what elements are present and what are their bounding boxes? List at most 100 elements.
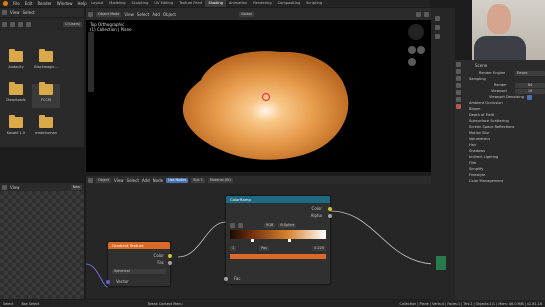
viewport-samples-field[interactable]: 16 <box>515 88 545 94</box>
vp-add-menu[interactable]: Add <box>152 12 160 17</box>
vp-view-menu[interactable]: View <box>124 12 134 17</box>
folder-item[interactable]: Downloads <box>2 82 30 108</box>
fac-socket-icon[interactable] <box>168 261 172 265</box>
ie-new-button[interactable]: New <box>70 184 82 190</box>
parent-folder-icon[interactable] <box>18 22 23 27</box>
checkbox-icon[interactable] <box>526 94 532 100</box>
tab-animation[interactable]: Animation <box>226 0 250 7</box>
ramp-stop-handle[interactable] <box>251 239 254 242</box>
ne-view-menu[interactable]: View <box>114 178 124 183</box>
tab-sculpting[interactable]: Sculpting <box>129 0 152 7</box>
fac-socket-icon[interactable] <box>224 277 228 281</box>
back-icon[interactable] <box>2 22 7 27</box>
output-tab-icon[interactable] <box>456 69 461 74</box>
tab-rendering[interactable]: Rendering <box>250 0 274 7</box>
interpolation-select[interactable]: B-Spline <box>278 223 297 228</box>
visibility-icon[interactable] <box>435 25 440 30</box>
color-socket-icon[interactable] <box>328 207 332 211</box>
editor-type-icon[interactable] <box>2 10 7 15</box>
tab-uv-editing[interactable]: UV Editing <box>151 0 176 7</box>
node-object-select[interactable]: Object <box>96 177 112 183</box>
render-samples-field[interactable]: 64 <box>515 82 545 88</box>
gradient-texture-node[interactable]: Gradient Texture Color Fac Spherical Vec… <box>106 242 172 286</box>
material-tab-icon[interactable] <box>456 104 461 109</box>
viewport-canvas[interactable]: Top Orthographic (1) Collection | Plane <box>86 20 431 172</box>
tab-shading[interactable]: Shading <box>205 0 226 7</box>
menu-file[interactable]: File <box>13 1 20 6</box>
scene-tab-icon[interactable] <box>456 83 461 88</box>
slot-select[interactable]: Slot 1 <box>191 177 205 183</box>
color-mode-select[interactable]: RGB <box>264 223 276 228</box>
status-stats: Collection | Plane | Verts:4 | Faces:1 |… <box>399 301 542 306</box>
world-tab-icon[interactable] <box>456 90 461 95</box>
tab-scripting[interactable]: Scripting <box>303 0 325 7</box>
mode-select[interactable]: Object Mode <box>96 11 122 17</box>
folder-icon <box>9 115 23 128</box>
folder-item[interactable]: Blackmagic... <box>32 49 60 75</box>
view-layer-tab-icon[interactable] <box>456 76 461 81</box>
editor-type-icon[interactable] <box>2 184 7 190</box>
transform-orientation[interactable]: Global <box>238 11 254 17</box>
image-editor-canvas[interactable] <box>0 191 84 299</box>
camera-icon[interactable] <box>408 58 416 66</box>
menu-edit[interactable]: Edit <box>25 1 33 6</box>
viewport-shading-icon[interactable] <box>416 11 421 17</box>
menu-window[interactable]: Window <box>57 1 73 6</box>
tab-texture-paint[interactable]: Texture Paint <box>176 0 205 7</box>
menu-render[interactable]: Render <box>37 1 51 6</box>
remove-stop-icon[interactable] <box>238 223 243 228</box>
vp-object-menu[interactable]: Object <box>163 12 176 17</box>
color-ramp-bar[interactable] <box>230 230 326 239</box>
color-socket-icon[interactable] <box>168 254 172 258</box>
blender-logo-icon[interactable] <box>3 1 8 6</box>
fb-view-menu[interactable]: View <box>10 10 20 15</box>
principled-node-edge[interactable] <box>436 256 446 270</box>
editor-type-icon[interactable] <box>88 11 93 17</box>
fb-select-menu[interactable]: Select <box>23 10 35 15</box>
tab-modeling[interactable]: Modeling <box>106 0 128 7</box>
sampling-header[interactable]: Sampling <box>469 77 486 81</box>
render-engine-select[interactable]: Eevee <box>515 70 545 76</box>
add-stop-icon[interactable] <box>230 223 235 228</box>
material-select[interactable]: Material.001 <box>207 177 234 183</box>
forward-icon[interactable] <box>10 22 15 27</box>
pos-field[interactable]: 0.225 <box>312 246 326 251</box>
section-row[interactable]: Color Management <box>463 178 545 184</box>
visibility-icon[interactable] <box>435 34 440 39</box>
folder-item[interactable]: FCCM <box>32 82 60 108</box>
visibility-icon[interactable] <box>435 16 440 21</box>
refresh-icon[interactable] <box>26 22 31 27</box>
zoom-icon[interactable] <box>408 46 416 54</box>
use-nodes-toggle[interactable]: Use Nodes <box>166 177 189 183</box>
ramp-stop-handle[interactable] <box>288 239 291 242</box>
viewport-shading-icon[interactable] <box>424 11 429 17</box>
stop-index-field[interactable]: 1 <box>230 246 237 251</box>
tab-compositing[interactable]: Compositing <box>275 0 304 7</box>
folder-item[interactable]: makehuman <box>32 115 60 141</box>
alpha-socket-icon[interactable] <box>328 214 332 218</box>
render-tab-icon[interactable] <box>456 62 461 67</box>
ne-add-menu[interactable]: Add <box>142 178 150 183</box>
ne-select-menu[interactable]: Select <box>127 178 139 183</box>
3d-cursor-icon[interactable] <box>262 93 270 101</box>
object-tab-icon[interactable] <box>456 97 461 102</box>
gradient-type-select[interactable]: Spherical <box>112 269 166 274</box>
ne-node-menu[interactable]: Node <box>153 178 163 183</box>
tab-layout[interactable]: Layout <box>88 0 106 7</box>
stop-color-swatch[interactable] <box>230 254 326 259</box>
editor-type-icon[interactable] <box>88 177 93 183</box>
viewport-denoise-label[interactable]: Viewport Denoising <box>489 95 524 99</box>
folder-icon <box>9 82 23 95</box>
folder-item[interactable]: Audacity <box>2 49 30 75</box>
colorramp-node[interactable]: ColorRamp Color Alpha RGB B-Spline 1 Pos… <box>224 196 332 284</box>
vector-socket-icon[interactable] <box>106 280 110 284</box>
node-editor-canvas[interactable]: Gradient Texture Color Fac Spherical Vec… <box>86 184 446 299</box>
pos-label: Pos <box>259 246 269 251</box>
path-field[interactable]: C:\Users\ <box>62 22 82 27</box>
folder-item[interactable]: Kosatil 1.5 <box>2 115 30 141</box>
vp-select-menu[interactable]: Select <box>137 12 149 17</box>
nav-gizmo[interactable] <box>408 24 426 84</box>
hand-pan-icon[interactable] <box>417 46 426 54</box>
menu-help[interactable]: Help <box>77 1 86 6</box>
ie-view-menu[interactable]: View <box>10 185 20 190</box>
